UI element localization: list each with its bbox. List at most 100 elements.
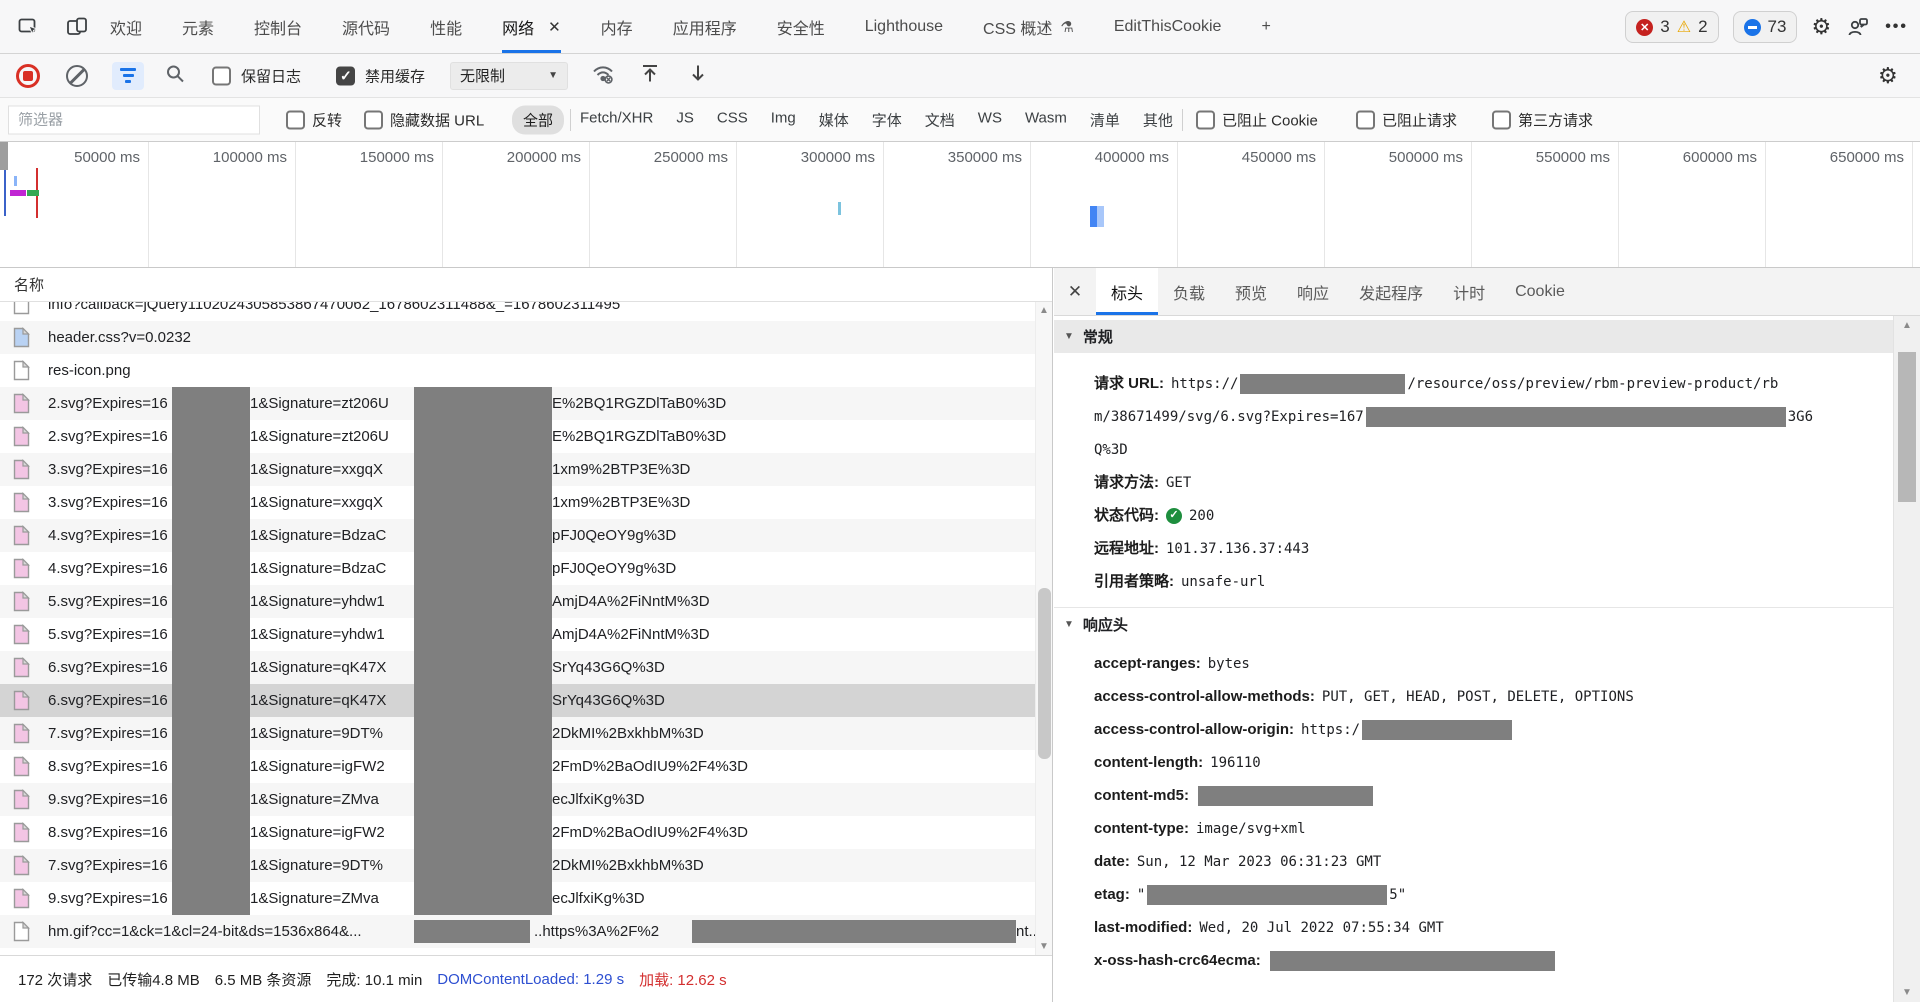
filter-type-Img[interactable]: Img <box>771 109 796 130</box>
scroll-down-icon[interactable]: ▼ <box>1036 941 1052 952</box>
disable-cache-checkbox[interactable] <box>336 66 355 85</box>
device-toolbar-icon[interactable] <box>64 14 90 40</box>
tab-应用程序[interactable]: 应用程序 <box>673 0 737 53</box>
blocked-cookies-checkbox[interactable] <box>1196 110 1215 129</box>
close-tab-icon[interactable]: ✕ <box>548 18 561 36</box>
network-conditions-icon[interactable] <box>590 61 616 90</box>
tab-内存[interactable]: 内存 <box>601 0 633 53</box>
filter-type-JS[interactable]: JS <box>676 109 694 130</box>
filter-type-文档[interactable]: 文档 <box>925 109 955 130</box>
blocked-requests-checkbox[interactable] <box>1356 110 1375 129</box>
add-tab-button[interactable]: + <box>1261 0 1270 53</box>
request-row[interactable]: 5.svg?Expires=161&Signature=yhdw1AmjD4A%… <box>0 585 1052 618</box>
scroll-down-icon[interactable]: ▼ <box>1894 987 1920 998</box>
more-options-icon[interactable]: ••• <box>1885 18 1908 36</box>
network-settings-gear-icon[interactable]: ⚙ <box>1878 65 1898 87</box>
request-row[interactable]: 4.svg?Expires=161&Signature=BdzaCpFJ0QeO… <box>0 552 1052 585</box>
request-row[interactable]: 5.svg?Expires=161&Signature=yhdw1AmjD4A%… <box>0 618 1052 651</box>
third-party-checkbox[interactable] <box>1492 110 1511 129</box>
request-row[interactable]: res-icon.png <box>0 354 1052 387</box>
header-line: accept-ranges:bytes <box>1094 647 1893 680</box>
request-row[interactable]: hm.gif?cc=1&ck=1&cl=24-bit&ds=1536x864&.… <box>0 915 1052 948</box>
request-row[interactable]: 2.svg?Expires=161&Signature=zt206UE%2BQ1… <box>0 387 1052 420</box>
tab-欢迎[interactable]: 欢迎 <box>110 0 142 53</box>
detail-tab-Cookie[interactable]: Cookie <box>1500 268 1580 315</box>
request-row[interactable]: 7.svg?Expires=161&Signature=9DT%2DkMI%2B… <box>0 849 1052 882</box>
record-network-log-button[interactable] <box>16 64 40 88</box>
errors-warnings-badge[interactable]: ✕ 3 ⚠ 2 <box>1625 11 1718 43</box>
scrollbar-thumb[interactable] <box>1038 588 1051 759</box>
redaction-box <box>172 816 250 849</box>
filter-type-字体[interactable]: 字体 <box>872 109 902 130</box>
filter-type-Fetch/XHR[interactable]: Fetch/XHR <box>580 109 653 130</box>
filter-type-其他[interactable]: 其他 <box>1143 109 1173 130</box>
network-overview-timeline[interactable]: 50000 ms100000 ms150000 ms200000 ms25000… <box>0 142 1920 268</box>
tab-EditThisCookie[interactable]: EditThisCookie <box>1114 0 1222 53</box>
scroll-up-icon[interactable]: ▲ <box>1036 305 1052 316</box>
issues-badge[interactable]: 73 <box>1733 11 1798 43</box>
invert-filter-label: 反转 <box>312 109 342 130</box>
filter-toggle-button[interactable] <box>112 62 144 90</box>
request-row[interactable]: 9.svg?Expires=161&Signature=ZMvaecJlfxiK… <box>0 882 1052 915</box>
close-detail-icon[interactable]: ✕ <box>1054 268 1096 315</box>
detail-scrollbar[interactable]: ▲ ▼ <box>1893 316 1920 1002</box>
search-icon[interactable] <box>164 62 186 89</box>
detail-tab-标头[interactable]: 标头 <box>1096 268 1158 315</box>
request-name-text: header.css?v=0.0232 <box>48 321 191 354</box>
invert-filter-checkbox[interactable] <box>286 110 305 129</box>
tab-源代码[interactable]: 源代码 <box>342 0 390 53</box>
scroll-up-icon[interactable]: ▲ <box>1894 320 1920 331</box>
feedback-person-icon[interactable] <box>1845 14 1871 40</box>
request-row[interactable]: 8.svg?Expires=161&Signature=igFW22FmD%2B… <box>0 750 1052 783</box>
request-row[interactable]: info?callback=jQuery11020243058538674700… <box>0 302 1052 321</box>
request-row[interactable]: 3.svg?Expires=161&Signature=xxgqX1xm9%2B… <box>0 486 1052 519</box>
settings-gear-icon[interactable]: ⚙ <box>1811 16 1831 38</box>
tab-元素[interactable]: 元素 <box>182 0 214 53</box>
tab-安全性[interactable]: 安全性 <box>777 0 825 53</box>
preserve-log-checkbox[interactable] <box>212 66 231 85</box>
filter-type-WS[interactable]: WS <box>978 109 1002 130</box>
filter-type-Wasm[interactable]: Wasm <box>1025 109 1067 130</box>
detail-tab-计时[interactable]: 计时 <box>1438 268 1500 315</box>
request-list-scrollbar[interactable]: ▲ ▼ <box>1035 302 1052 955</box>
filter-type-all[interactable]: 全部 <box>512 105 564 134</box>
hide-data-url-checkbox[interactable] <box>364 110 383 129</box>
request-row[interactable]: 7.svg?Expires=161&Signature=9DT%2DkMI%2B… <box>0 717 1052 750</box>
tab-性能[interactable]: 性能 <box>430 0 462 53</box>
clear-network-log-button[interactable] <box>66 65 88 87</box>
export-har-icon[interactable] <box>686 61 710 90</box>
tab-Lighthouse[interactable]: Lighthouse <box>865 0 943 53</box>
status-item: 6.5 MB 条资源 <box>215 969 312 990</box>
throttling-select[interactable]: 无限制 ▼ <box>450 62 568 90</box>
request-row[interactable]: 6.svg?Expires=161&Signature=qK47XSrYq43G… <box>0 684 1052 717</box>
request-row[interactable]: 2.svg?Expires=161&Signature=zt206UE%2BQ1… <box>0 420 1052 453</box>
request-row[interactable]: 3.svg?Expires=161&Signature=xxgqX1xm9%2B… <box>0 453 1052 486</box>
detail-tab-发起程序[interactable]: 发起程序 <box>1344 268 1438 315</box>
filter-type-媒体[interactable]: 媒体 <box>819 109 849 130</box>
status-item[interactable]: 加载: 12.62 s <box>639 969 727 990</box>
request-name-text: 1&Signature=BdzaC <box>250 519 414 552</box>
tab-网络[interactable]: 网络✕ <box>502 0 561 53</box>
request-row[interactable]: 6.svg?Expires=161&Signature=qK47XSrYq43G… <box>0 651 1052 684</box>
filter-input[interactable] <box>8 105 260 134</box>
filter-type-CSS[interactable]: CSS <box>717 109 748 130</box>
request-row[interactable]: header.css?v=0.0232 <box>0 321 1052 354</box>
response-headers-section-header[interactable]: ▼ 响应头 <box>1054 607 1893 640</box>
detail-tab-预览[interactable]: 预览 <box>1220 268 1282 315</box>
import-har-icon[interactable] <box>638 61 662 90</box>
request-name-text: 1&Signature=igFW2 <box>250 816 414 849</box>
filter-type-清单[interactable]: 清单 <box>1090 109 1120 130</box>
request-row[interactable]: 4.svg?Expires=161&Signature=BdzaCpFJ0QeO… <box>0 519 1052 552</box>
request-row[interactable]: 8.svg?Expires=161&Signature=igFW22FmD%2B… <box>0 816 1052 849</box>
tab-CSS 概述[interactable]: CSS 概述⚗ <box>983 0 1074 53</box>
status-item[interactable]: DOMContentLoaded: 1.29 s <box>437 971 624 988</box>
inspect-element-icon[interactable] <box>16 14 42 40</box>
scrollbar-thumb[interactable] <box>1898 352 1916 502</box>
general-section-header[interactable]: ▼ 常规 <box>1054 320 1893 353</box>
tab-控制台[interactable]: 控制台 <box>254 0 302 53</box>
detail-tab-负载[interactable]: 负载 <box>1158 268 1220 315</box>
detail-tab-响应[interactable]: 响应 <box>1282 268 1344 315</box>
name-column-header[interactable]: 名称 <box>0 268 1052 302</box>
request-row[interactable]: 9.svg?Expires=161&Signature=ZMvaecJlfxiK… <box>0 783 1052 816</box>
request-name-text: 2FmD%2BaOdIU9%2F4%3D <box>552 750 748 783</box>
